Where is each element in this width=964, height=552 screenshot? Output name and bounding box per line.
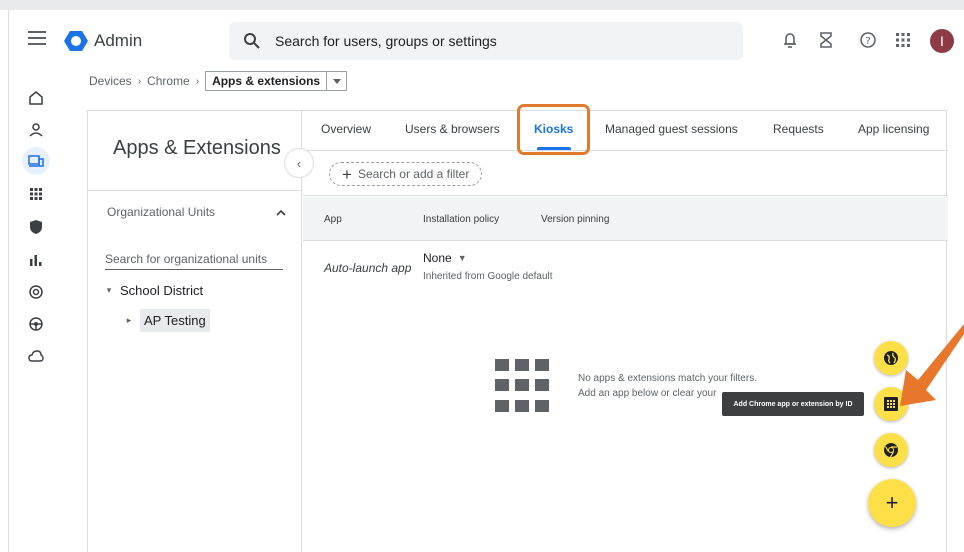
tab-app-licensing[interactable]: App licensing <box>858 122 929 136</box>
tree-node-ap-testing[interactable]: ▸ AP Testing <box>118 309 210 332</box>
org-units-search-input[interactable] <box>105 248 283 270</box>
search-icon <box>244 33 260 49</box>
admin-logo-icon <box>64 31 88 51</box>
active-tab-indicator <box>537 147 571 150</box>
empty-state-line-1: No apps & extensions match your filters. <box>578 373 757 384</box>
tab-managed-guest-sessions[interactable]: Managed guest sessions <box>605 122 738 136</box>
empty-state-line-2: Add an app below or clear your <box>578 388 717 399</box>
tree-node-label: AP Testing <box>140 309 210 332</box>
left-rail <box>0 76 72 552</box>
breadcrumb-current[interactable]: Apps & extensions <box>205 71 348 91</box>
dropdown-arrow-icon: ▼ <box>457 253 467 263</box>
chrome-icon <box>884 443 898 458</box>
breadcrumb: Devices › Chrome › Apps & extensions <box>89 70 348 92</box>
page-title: Apps & Extensions <box>113 137 281 159</box>
add-filter-chip[interactable]: + Search or add a filter <box>329 162 483 186</box>
fab-plus-label: + <box>885 490 899 515</box>
notifications-icon[interactable] <box>780 30 800 50</box>
auto-launch-app-label: Auto-launch app <box>324 261 412 275</box>
fab-tooltip: Add Chrome app or extension by ID <box>722 392 864 416</box>
chevron-right-icon: › <box>195 75 200 87</box>
window-strip <box>0 0 964 10</box>
collapse-org-units-icon[interactable] <box>276 205 286 219</box>
chevron-right-icon: › <box>137 75 142 87</box>
search-input[interactable] <box>275 31 715 51</box>
column-header-version-pinning: Version pinning <box>541 214 610 225</box>
expanded-caret-icon[interactable]: ▾ <box>98 285 120 296</box>
rules-icon[interactable] <box>22 310 50 338</box>
collapsed-caret-icon[interactable]: ▸ <box>118 315 140 326</box>
tab-bar: Overview Users & browsers Kiosks Managed… <box>303 111 948 151</box>
dropdown-arrow-icon[interactable] <box>326 72 346 90</box>
policy-value: None <box>423 251 452 265</box>
add-web-app-button[interactable] <box>874 341 908 375</box>
account-icon[interactable] <box>22 278 50 306</box>
add-app-by-id-button[interactable] <box>874 387 908 421</box>
breadcrumb-chrome[interactable]: Chrome <box>147 74 190 88</box>
column-header-installation-policy: Installation policy <box>423 214 500 225</box>
devices-icon[interactable] <box>22 147 50 175</box>
tab-kiosks[interactable]: Kiosks <box>534 122 573 136</box>
top-bar: Admin ? I <box>0 0 964 76</box>
global-search[interactable] <box>229 22 743 60</box>
org-units-pane: Apps & Extensions Organizational Units ▾… <box>88 111 302 552</box>
users-icon[interactable] <box>22 116 50 144</box>
storage-icon[interactable] <box>22 342 50 370</box>
tab-requests[interactable]: Requests <box>773 122 824 136</box>
plus-icon: + <box>342 164 352 184</box>
svg-text:?: ? <box>865 36 870 47</box>
main-menu-icon[interactable] <box>28 30 46 46</box>
tab-users-browsers[interactable]: Users & browsers <box>405 122 500 136</box>
inherited-note: Inherited from Google default <box>423 271 553 282</box>
add-app-fab[interactable]: + <box>868 479 916 527</box>
hourglass-icon[interactable] <box>816 30 836 50</box>
help-icon[interactable]: ? <box>858 30 878 50</box>
app-title: Admin <box>94 31 143 50</box>
installation-policy-dropdown[interactable]: None ▼ <box>423 251 467 265</box>
add-chrome-webstore-app-button[interactable] <box>874 433 908 467</box>
apps-extensions-card: Apps & Extensions Organizational Units ▾… <box>87 104 948 552</box>
tree-node-label: School District <box>120 283 204 298</box>
security-icon[interactable] <box>22 213 50 241</box>
breadcrumb-devices[interactable]: Devices <box>89 74 132 88</box>
column-header-app: App <box>324 214 342 225</box>
apps-icon[interactable] <box>22 180 50 208</box>
home-icon[interactable] <box>22 84 50 112</box>
tab-overview[interactable]: Overview <box>321 122 371 136</box>
empty-state-grid-icon <box>495 359 549 413</box>
collapse-pane-button[interactable]: ‹ <box>284 148 314 178</box>
divider <box>88 190 302 191</box>
filter-row: + Search or add a filter <box>303 152 948 196</box>
table-header: App Installation policy Version pinning <box>303 197 948 241</box>
reporting-icon[interactable] <box>22 246 50 274</box>
web-icon <box>884 351 898 365</box>
app-id-icon <box>884 397 898 411</box>
filter-chip-label: Search or add a filter <box>357 167 470 181</box>
avatar[interactable]: I <box>930 29 954 53</box>
breadcrumb-current-label: Apps & extensions <box>212 74 321 88</box>
tree-node-school-district[interactable]: ▾ School District <box>98 283 203 298</box>
org-units-heading: Organizational Units <box>107 205 216 219</box>
apps-grid-icon[interactable] <box>893 30 913 50</box>
